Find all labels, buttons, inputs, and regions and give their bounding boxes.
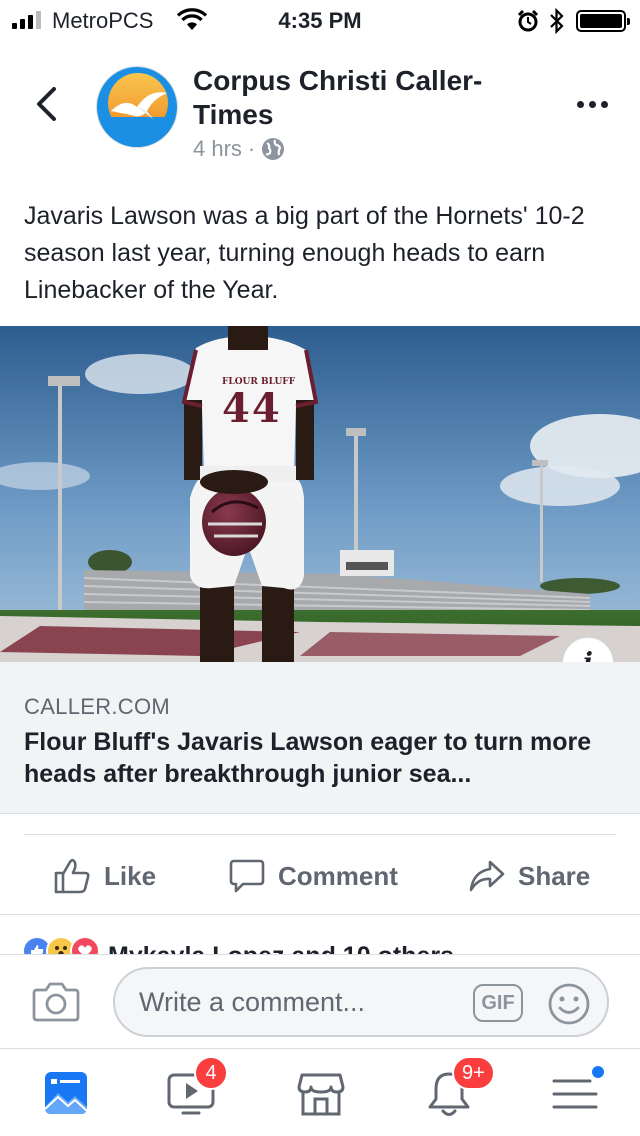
dot [588, 100, 596, 108]
news-feed-icon [44, 1072, 88, 1114]
thumbs-up-icon [54, 858, 90, 894]
camera-button[interactable] [32, 979, 80, 1023]
jersey-number: 44 [222, 385, 282, 432]
post-actions: Like Comment Share [0, 848, 640, 904]
status-bar: MetroPCS 4:35 PM [0, 0, 640, 40]
link-title: Flour Bluff's Javaris Lawson eager to tu… [24, 728, 592, 788]
seagull-logo-icon [97, 67, 177, 147]
post-meta: 4 hrs · [193, 136, 285, 162]
page-name[interactable]: Corpus Christi Caller-Times [193, 64, 533, 132]
comment-input[interactable]: Write a comment... GIF [113, 967, 609, 1037]
tab-news-feed[interactable] [36, 1065, 96, 1121]
football-player-photo: FLOUR BLUFF 44 [0, 326, 640, 662]
divider [24, 834, 616, 835]
clock: 4:35 PM [278, 8, 362, 33]
tab-marketplace[interactable] [292, 1065, 352, 1121]
share-arrow-icon [469, 860, 505, 892]
post-image[interactable]: FLOUR BLUFF 44 [0, 326, 640, 662]
alarm-icon [516, 9, 540, 39]
share-label: Share [518, 860, 591, 891]
globe-icon [262, 138, 285, 160]
dot [576, 100, 584, 108]
chevron-left-icon [37, 87, 56, 121]
dot [600, 100, 608, 108]
link-domain: CALLER.COM [24, 694, 171, 719]
bottom-tab-bar [0, 1048, 640, 1136]
like-button[interactable]: Like [52, 848, 156, 904]
comment-button[interactable]: Comment [228, 848, 398, 904]
bluetooth-icon [548, 7, 566, 40]
post-text: Javaris Lawson was a big part of the Hor… [24, 202, 585, 304]
emoji-button[interactable] [547, 982, 591, 1026]
page-avatar[interactable] [96, 66, 178, 148]
post-timestamp[interactable]: 4 hrs [193, 136, 242, 162]
comment-label: Comment [278, 860, 398, 891]
smiley-icon [548, 983, 590, 1025]
camera-icon [32, 982, 80, 1022]
comment-placeholder: Write a comment... [139, 987, 366, 1017]
comment-bubble-icon [229, 859, 265, 893]
share-button[interactable]: Share [468, 848, 590, 904]
menu-notification-dot [590, 1064, 606, 1080]
link-preview[interactable]: CALLER.COM Flour Bluff's Javaris Lawson … [0, 662, 640, 814]
notifications-badge: 9+ [452, 1056, 495, 1090]
back-button[interactable] [28, 84, 64, 124]
meta-separator: · [247, 136, 256, 161]
more-options-button[interactable] [572, 92, 612, 116]
gif-button[interactable]: GIF [473, 984, 523, 1022]
like-label: Like [104, 860, 157, 891]
battery-icon [576, 10, 630, 32]
watch-badge: 4 [194, 1056, 228, 1090]
comment-composer: Write a comment... GIF [0, 954, 640, 1048]
divider [0, 914, 640, 915]
marketplace-icon [297, 1073, 345, 1116]
